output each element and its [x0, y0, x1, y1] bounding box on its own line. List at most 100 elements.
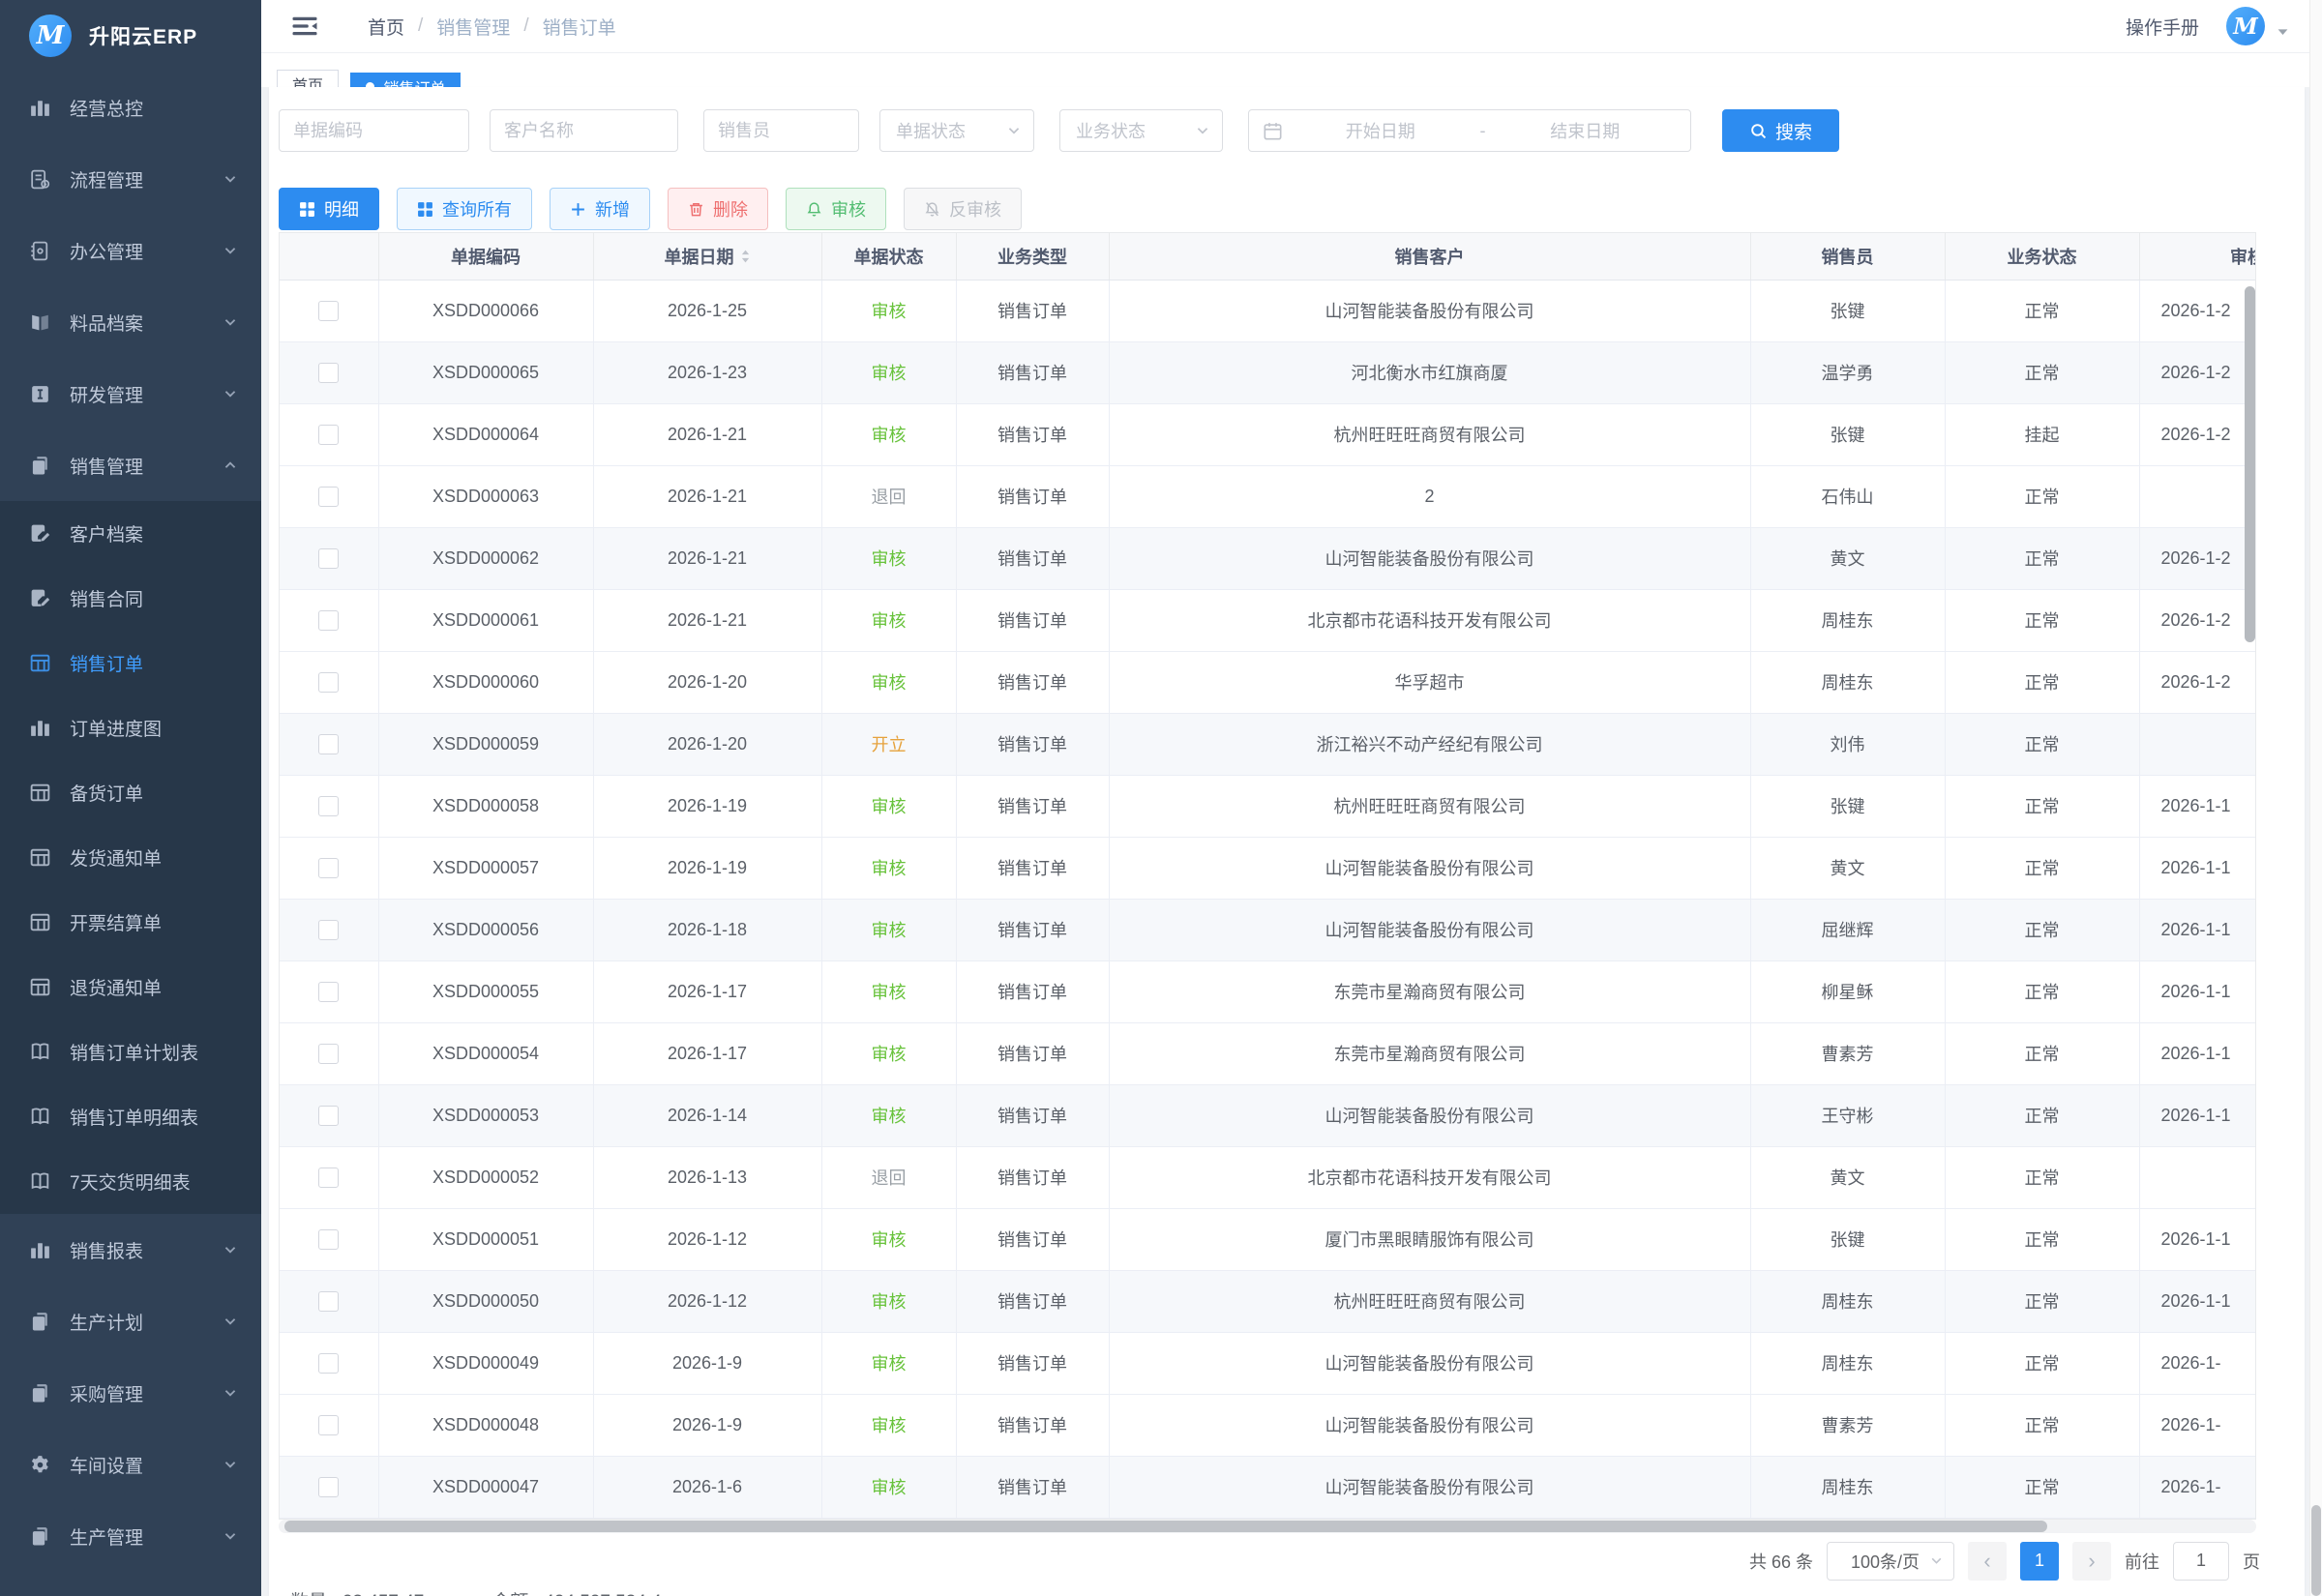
- sidebar-item-invoice-settlement[interactable]: 开票结算单: [0, 890, 261, 955]
- sort-icon[interactable]: [740, 249, 751, 264]
- table-horizontal-scrollbar[interactable]: [284, 1521, 2047, 1532]
- current-page-button[interactable]: 1: [2020, 1542, 2059, 1581]
- sidebar-item-production-plan[interactable]: 生产计划: [0, 1286, 261, 1357]
- table-row[interactable]: XSDD0000592026-1-20开立销售订单浙江裕兴不动产经纪有限公司刘伟…: [280, 713, 2256, 775]
- row-checkbox[interactable]: [318, 301, 339, 321]
- table-row[interactable]: XSDD0000542026-1-17审核销售订单东莞市星瀚商贸有限公司曹素芳正…: [280, 1022, 2256, 1084]
- cell-audit-date: 2026-1-1: [2139, 1022, 2256, 1084]
- row-checkbox[interactable]: [318, 1291, 339, 1312]
- sidebar-item-sales-order-plan[interactable]: 销售订单计划表: [0, 1020, 261, 1084]
- delete-button[interactable]: 删除: [668, 188, 768, 230]
- page-scrollbar[interactable]: [2311, 1505, 2321, 1596]
- avatar[interactable]: M: [2226, 7, 2265, 45]
- table-row[interactable]: XSDD0000512026-1-12审核销售订单厦门市黑眼睛服饰有限公司张键正…: [280, 1208, 2256, 1270]
- chevron-down-icon: [223, 1314, 238, 1329]
- detail-button[interactable]: 明细: [279, 188, 379, 230]
- sidebar-item-sales-contract[interactable]: 销售合同: [0, 566, 261, 631]
- sidebar-item-purchase-mgmt[interactable]: 采购管理: [0, 1357, 261, 1429]
- next-page-button[interactable]: ›: [2072, 1542, 2111, 1581]
- row-checkbox[interactable]: [318, 610, 339, 631]
- table-row[interactable]: XSDD0000572026-1-19审核销售订单山河智能装备股份有限公司黄文正…: [280, 837, 2256, 899]
- table-row[interactable]: XSDD0000562026-1-18审核销售订单山河智能装备股份有限公司屈继辉…: [280, 899, 2256, 961]
- table-row[interactable]: XSDD0000622026-1-21审核销售订单山河智能装备股份有限公司黄文正…: [280, 527, 2256, 589]
- table-row[interactable]: XSDD0000532026-1-14审核销售订单山河智能装备股份有限公司王守彬…: [280, 1084, 2256, 1146]
- sidebar-item-rd-mgmt[interactable]: 研发管理: [0, 358, 261, 429]
- prev-page-button[interactable]: ‹: [1968, 1542, 2007, 1581]
- table-row[interactable]: XSDD0000632026-1-21退回销售订单2石伟山正常: [280, 465, 2256, 527]
- biz-status-select[interactable]: 业务状态: [1059, 109, 1223, 152]
- sidebar-item-sales-order-detail[interactable]: 销售订单明细表: [0, 1084, 261, 1149]
- table-row[interactable]: XSDD0000552026-1-17审核销售订单东莞市星瀚商贸有限公司柳星稣正…: [280, 961, 2256, 1022]
- table-row[interactable]: XSDD0000492026-1-9审核销售订单山河智能装备股份有限公司周桂东正…: [280, 1332, 2256, 1394]
- sidebar-item-production-mgmt[interactable]: 生产管理: [0, 1500, 261, 1572]
- sidebar-item-delivery-7day[interactable]: 7天交货明细表: [0, 1149, 261, 1214]
- date-range-picker[interactable]: 开始日期 - 结束日期: [1248, 109, 1691, 152]
- table-row[interactable]: XSDD0000482026-1-9审核销售订单山河智能装备股份有限公司曹素芳正…: [280, 1394, 2256, 1456]
- sidebar-item-return-notice[interactable]: 退货通知单: [0, 955, 261, 1020]
- cell-biz-status: 正常: [1945, 961, 2139, 1022]
- row-checkbox[interactable]: [318, 1044, 339, 1064]
- doc-code-input[interactable]: [279, 109, 469, 152]
- goto-page-input[interactable]: [2173, 1542, 2229, 1581]
- row-checkbox[interactable]: [318, 1106, 339, 1126]
- tab-home[interactable]: 首页: [277, 70, 339, 87]
- row-checkbox[interactable]: [318, 425, 339, 445]
- audit-button[interactable]: 审核: [786, 188, 886, 230]
- table-icon: [27, 975, 52, 1000]
- tab-sales-order[interactable]: 销售订单: [350, 73, 461, 88]
- row-checkbox[interactable]: [318, 982, 339, 1002]
- customer-name-input[interactable]: [490, 109, 678, 152]
- sidebar-item-processing-workshop[interactable]: 加工车间: [0, 1572, 261, 1596]
- row-checkbox[interactable]: [318, 672, 339, 693]
- table-row[interactable]: XSDD0000522026-1-13退回销售订单北京都市花语科技开发有限公司黄…: [280, 1146, 2256, 1208]
- sidebar-item-sales-report[interactable]: 销售报表: [0, 1214, 261, 1286]
- row-checkbox[interactable]: [318, 1353, 339, 1374]
- table-row[interactable]: XSDD0000602026-1-20审核销售订单华孚超市周桂东正常2026-1…: [280, 651, 2256, 713]
- row-checkbox[interactable]: [318, 1167, 339, 1188]
- sidebar-item-process-mgmt[interactable]: 流程管理: [0, 143, 261, 215]
- row-checkbox[interactable]: [318, 734, 339, 754]
- row-checkbox[interactable]: [318, 796, 339, 816]
- table-row[interactable]: XSDD0000472026-1-6审核销售订单山河智能装备股份有限公司周桂东正…: [280, 1456, 2256, 1518]
- row-checkbox[interactable]: [318, 363, 339, 383]
- row-checkbox[interactable]: [318, 487, 339, 507]
- breadcrumb-sales-mgmt[interactable]: 销售管理: [436, 14, 510, 40]
- search-icon: [1749, 122, 1768, 140]
- column-header[interactable]: 单据日期: [593, 233, 821, 280]
- sidebar-item-sales-order[interactable]: 销售订单: [0, 631, 261, 695]
- table-row[interactable]: XSDD0000502026-1-12审核销售订单杭州旺旺旺商贸有限公司周桂东正…: [280, 1270, 2256, 1332]
- row-checkbox[interactable]: [318, 1477, 339, 1497]
- row-checkbox[interactable]: [318, 858, 339, 878]
- breadcrumb-home[interactable]: 首页: [368, 14, 404, 40]
- unaudit-button[interactable]: 反审核: [904, 188, 1022, 230]
- table-row[interactable]: XSDD0000662026-1-25审核销售订单山河智能装备股份有限公司张键正…: [280, 280, 2256, 341]
- table-vertical-scrollbar[interactable]: [2245, 286, 2255, 642]
- sidebar-item-shipping-notice[interactable]: 发货通知单: [0, 825, 261, 890]
- sidebar-item-customer-files[interactable]: 客户档案: [0, 501, 261, 566]
- sidebar-collapse-icon[interactable]: [290, 12, 319, 41]
- sidebar-item-order-progress[interactable]: 订单进度图: [0, 695, 261, 760]
- row-checkbox[interactable]: [318, 1229, 339, 1250]
- sidebar-item-workshop-settings[interactable]: 车间设置: [0, 1429, 261, 1500]
- row-checkbox[interactable]: [318, 920, 339, 940]
- sidebar-item-materials-archive[interactable]: 料品档案: [0, 286, 261, 358]
- manual-link[interactable]: 操作手册: [2126, 14, 2199, 40]
- page-size-select[interactable]: 100条/页: [1827, 1542, 1954, 1581]
- sidebar-item-office-mgmt[interactable]: 办公管理: [0, 215, 261, 286]
- doc-status-select[interactable]: 单据状态: [879, 109, 1034, 152]
- query-all-button[interactable]: 查询所有: [397, 188, 532, 230]
- sidebar-item-stock-order[interactable]: 备货订单: [0, 760, 261, 825]
- search-button[interactable]: 搜索: [1722, 109, 1839, 152]
- table-row[interactable]: XSDD0000642026-1-21审核销售订单杭州旺旺旺商贸有限公司张键挂起…: [280, 403, 2256, 465]
- sidebar-item-sales-mgmt[interactable]: 销售管理: [0, 429, 261, 501]
- table-row[interactable]: XSDD0000582026-1-19审核销售订单杭州旺旺旺商贸有限公司张键正常…: [280, 775, 2256, 837]
- add-button[interactable]: 新增: [550, 188, 650, 230]
- row-checkbox[interactable]: [318, 548, 339, 569]
- sidebar-item-business-overview[interactable]: 经营总控: [0, 72, 261, 143]
- caret-down-icon[interactable]: [2277, 25, 2289, 38]
- app-logo[interactable]: M 升阳云ERP: [0, 0, 261, 72]
- table-row[interactable]: XSDD0000652026-1-23审核销售订单河北衡水市红旗商厦温学勇正常2…: [280, 341, 2256, 403]
- salesperson-input[interactable]: [703, 109, 859, 152]
- row-checkbox[interactable]: [318, 1415, 339, 1435]
- table-row[interactable]: XSDD0000612026-1-21审核销售订单北京都市花语科技开发有限公司周…: [280, 589, 2256, 651]
